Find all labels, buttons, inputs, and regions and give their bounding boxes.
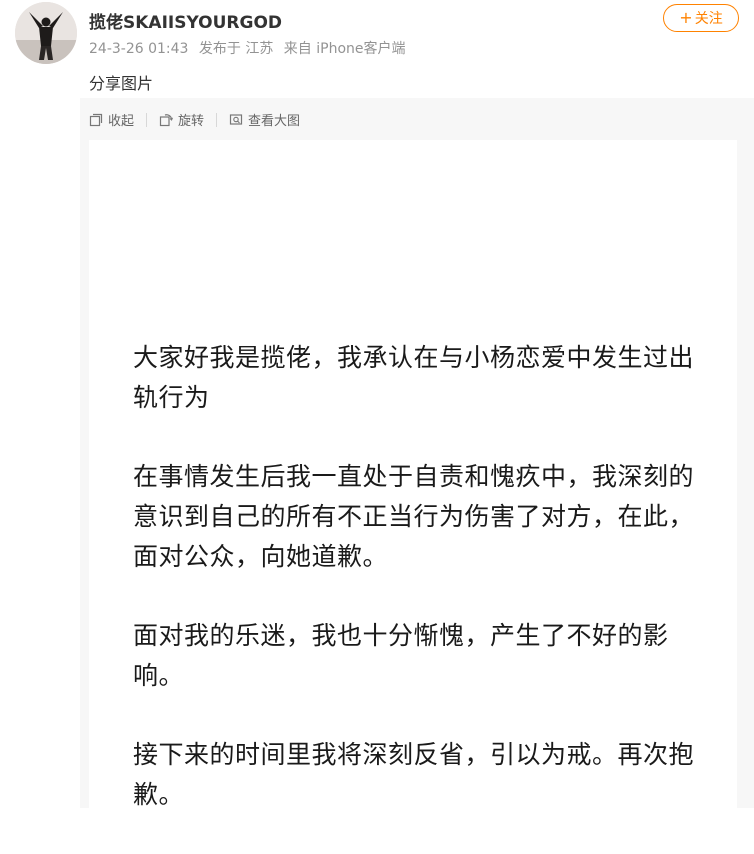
image-toolbar: 收起 旋转 查看大图: [89, 110, 300, 129]
view-large-label: 查看大图: [248, 114, 301, 129]
follow-label: 关注: [694, 11, 723, 27]
statement-paragraph-3: 面对我的乐迷，我也十分惭愧，产生了不好的影响。: [133, 621, 669, 690]
post-location: 发布于 江苏: [198, 41, 274, 57]
plus-icon: +: [679, 8, 693, 27]
statement-paragraph-4: 接下来的时间里我将深刻反省，引以为戒。再次抱歉。: [133, 740, 695, 809]
username[interactable]: 揽佬SKAIISYOURGOD: [89, 8, 282, 33]
rotate-button[interactable]: 旋转: [159, 110, 204, 129]
collapse-label: 收起: [108, 114, 135, 129]
rotate-label: 旋转: [178, 114, 205, 129]
post-text: 分享图片: [89, 74, 154, 93]
statement-paragraph-2: 在事情发生后我一直处于自责和愧疚中，我深刻的意识到自己的所有不正当行为伤害了对方…: [133, 462, 695, 571]
view-large-button[interactable]: 查看大图: [229, 110, 300, 129]
follow-button[interactable]: + 关注: [663, 4, 739, 32]
image-statement-text: 大家好我是揽佬，我承认在与小杨恋爱中发生过出轨行为 在事情发生后我一直处于自责和…: [133, 338, 703, 854]
post-meta: 24-3-26 01:43 发布于 江苏 来自 iPhone客户端: [89, 38, 412, 58]
toolbar-divider: [216, 112, 218, 127]
rotate-icon: [159, 113, 173, 126]
statement-paragraph-1: 大家好我是揽佬，我承认在与小杨恋爱中发生过出轨行为: [133, 343, 695, 412]
collapse-icon: [89, 113, 103, 126]
collapse-button[interactable]: 收起: [89, 110, 134, 129]
avatar[interactable]: [15, 2, 77, 64]
post-time[interactable]: 24-3-26 01:43: [89, 41, 188, 57]
user-avatar-icon: [15, 2, 77, 64]
post-source: 来自 iPhone客户端: [283, 41, 406, 57]
view-large-icon: [229, 113, 243, 125]
toolbar-divider: [146, 112, 148, 127]
